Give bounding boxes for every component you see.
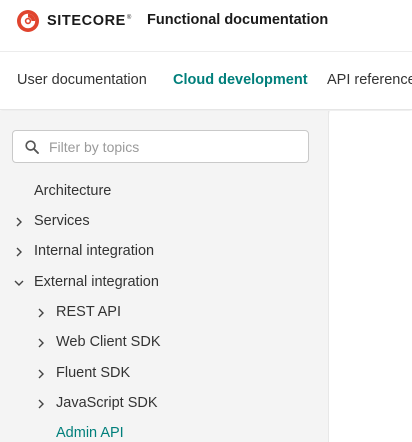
tree-item-label: Architecture bbox=[34, 183, 112, 199]
tree-item-label: JavaScript SDK bbox=[56, 395, 158, 411]
chevron-right-icon[interactable] bbox=[36, 369, 46, 379]
search-box[interactable] bbox=[12, 130, 309, 163]
chevron-right-icon[interactable] bbox=[14, 247, 24, 257]
registered-mark: ® bbox=[126, 15, 132, 22]
tree-item-label: Services bbox=[34, 213, 90, 229]
tree-item-label: Web Client SDK bbox=[56, 334, 161, 350]
site-header: SITECORE® Functional documentation bbox=[0, 0, 412, 52]
sidebar: Architecture Services Internal integrati… bbox=[0, 111, 329, 442]
tree-item-label: Fluent SDK bbox=[56, 365, 131, 381]
tab-cloud-development[interactable]: Cloud development bbox=[173, 72, 308, 88]
chevron-right-icon[interactable] bbox=[36, 308, 46, 318]
filter-topics-input[interactable] bbox=[49, 131, 304, 162]
site-title[interactable]: Functional documentation bbox=[147, 12, 328, 28]
tab-api-reference[interactable]: API reference bbox=[327, 72, 412, 88]
search-icon bbox=[25, 140, 39, 154]
chevron-right-icon[interactable] bbox=[36, 338, 46, 348]
tree-item-label: External integration bbox=[34, 274, 159, 290]
top-navigation: User documentation Cloud development API… bbox=[0, 52, 412, 110]
chevron-right-icon[interactable] bbox=[36, 399, 46, 409]
sitecore-logo-icon[interactable] bbox=[16, 9, 40, 33]
tree-item-label: Internal integration bbox=[34, 243, 155, 259]
tab-user-documentation[interactable]: User documentation bbox=[17, 72, 147, 88]
chevron-right-icon[interactable] bbox=[14, 217, 24, 227]
tree-item-label: Admin API bbox=[56, 425, 124, 441]
main-content bbox=[330, 111, 412, 442]
brand-name[interactable]: SITECORE® bbox=[47, 13, 132, 29]
tree-item-label: REST API bbox=[56, 304, 122, 320]
chevron-down-icon[interactable] bbox=[14, 278, 24, 288]
